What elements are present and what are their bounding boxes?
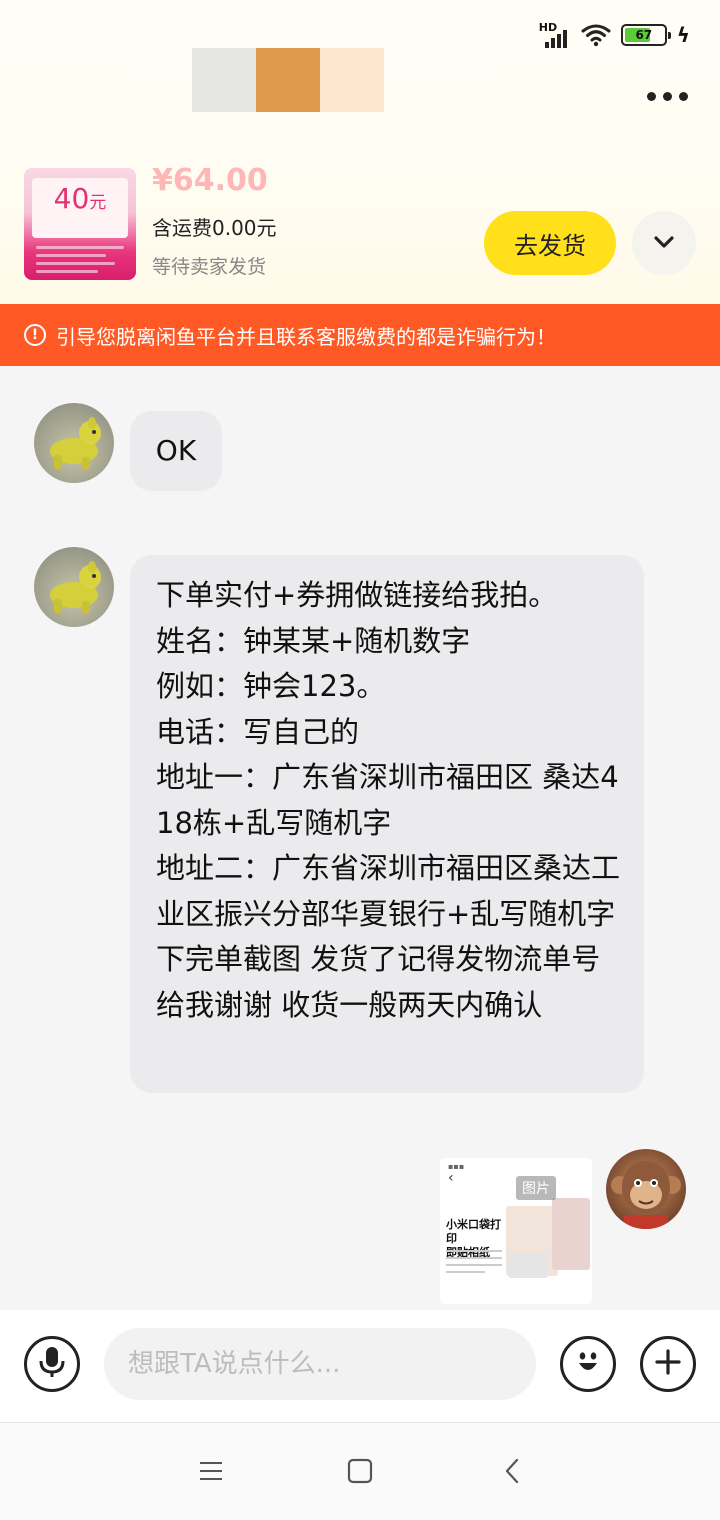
system-nav-bar [0, 1422, 720, 1520]
battery-icon: 67 [620, 24, 671, 46]
back-icon [503, 1458, 521, 1488]
contact-avatar[interactable] [34, 403, 114, 483]
swatch-2 [256, 48, 320, 112]
swatch-1 [192, 48, 256, 112]
contact-avatar[interactable] [34, 547, 114, 627]
home-icon [347, 1458, 373, 1488]
shipping-fee: 含运费0.00元 [152, 216, 277, 240]
coupon-amount: 40元 [53, 182, 107, 215]
product-thumbnail[interactable]: 40元 [24, 168, 136, 280]
message-text: 下单实付+券拥做链接给我拍。 姓名：钟某某+随机数字 例如：钟会123。 电话：… [156, 578, 621, 1022]
wifi-icon [581, 23, 611, 47]
voice-button[interactable] [24, 1336, 80, 1392]
product-price: ¥64.00 [152, 166, 268, 194]
warning-text: 引导您脱离闲鱼平台并且联系客服缴费的都是诈骗行为！ [56, 324, 556, 349]
input-bar [0, 1310, 720, 1422]
emoji-button[interactable] [560, 1336, 616, 1392]
fraud-warning-banner: ! 引导您脱离闲鱼平台并且联系客服缴费的都是诈骗行为！ [0, 304, 720, 366]
expand-button[interactable] [632, 211, 696, 275]
menu-button[interactable] [195, 1457, 227, 1489]
image-content: ‹ [448, 1170, 454, 1186]
home-button[interactable] [344, 1457, 376, 1489]
more-options-icon[interactable] [647, 92, 688, 101]
image-label: 图片 [516, 1176, 556, 1200]
message-bubble[interactable]: OK [130, 411, 222, 491]
image-content [552, 1198, 590, 1270]
image-message[interactable]: ▪▪▪ ‹ 小米口袋打印 即贴相纸 图片 [440, 1158, 592, 1304]
smiley-icon [573, 1347, 603, 1381]
microphone-icon [39, 1346, 65, 1382]
image-content [508, 1254, 548, 1278]
swatch-3 [320, 48, 384, 112]
warning-icon: ! [24, 324, 46, 346]
back-button[interactable] [496, 1457, 528, 1489]
chat-screen: HD 67 ϟ 40元 ¥64.00 含运费0.00元 等待卖家发货 去发货 !… [0, 0, 720, 1520]
my-avatar[interactable] [606, 1149, 686, 1229]
status-bar: HD 67 ϟ [539, 20, 690, 50]
battery-level: 67 [635, 28, 653, 42]
plus-icon [654, 1348, 682, 1380]
order-status: 等待卖家发货 [152, 256, 267, 278]
message-input[interactable] [104, 1328, 536, 1400]
menu-icon [199, 1461, 223, 1485]
chat-header: HD 67 ϟ 40元 ¥64.00 含运费0.00元 等待卖家发货 去发货 [0, 0, 720, 304]
blurred-username [192, 48, 384, 112]
signal-icon: HD [539, 22, 571, 48]
charging-icon: ϟ [676, 23, 690, 47]
more-actions-button[interactable] [640, 1336, 696, 1392]
chevron-down-icon [653, 234, 675, 253]
coupon-image: 40元 [32, 178, 128, 238]
ship-button[interactable]: 去发货 [484, 211, 616, 275]
message-bubble[interactable]: 下单实付+券拥做链接给我拍。 姓名：钟某某+随机数字 例如：钟会123。 电话：… [130, 555, 644, 1093]
